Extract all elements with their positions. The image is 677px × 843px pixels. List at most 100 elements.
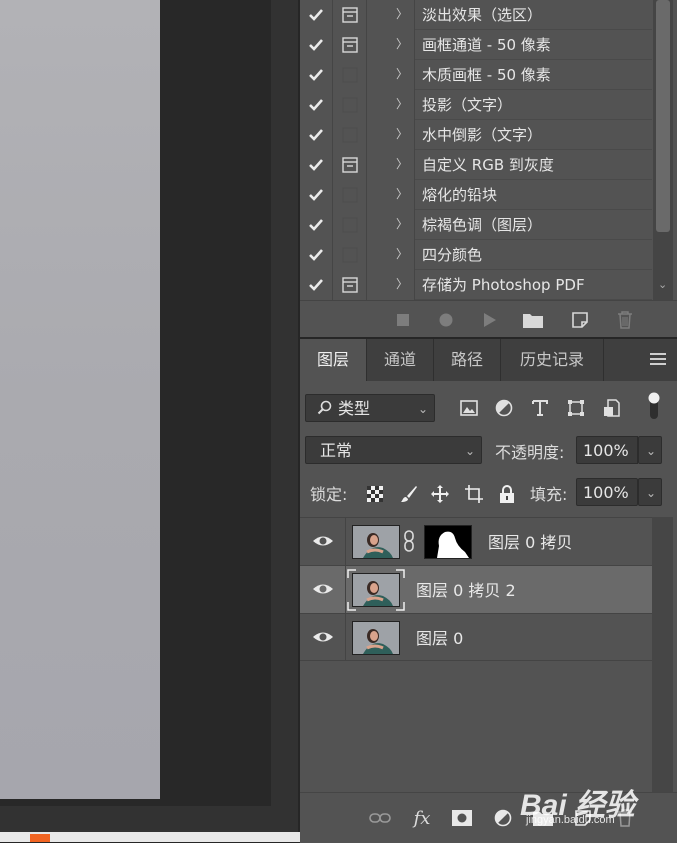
stop-icon[interactable] [393, 310, 413, 330]
link-layers-icon[interactable] [369, 807, 391, 829]
action-row[interactable]: 〉四分颜色 [300, 240, 652, 270]
fill-dropdown[interactable]: ⌄ [638, 478, 662, 506]
blend-mode-select[interactable]: 正常 ⌄ [305, 436, 482, 464]
expand-caret-icon[interactable]: 〉 [396, 150, 408, 179]
dialog-toggle-icon[interactable] [333, 180, 366, 209]
lock-all-icon[interactable] [496, 483, 518, 505]
taskbar-app-icon[interactable] [30, 834, 50, 842]
expand-caret-icon[interactable]: 〉 [396, 120, 408, 149]
layer-row[interactable]: 图层 0 拷贝 [300, 517, 652, 565]
horizontal-scrollbar[interactable] [0, 806, 298, 832]
action-enabled-check-icon[interactable] [300, 180, 332, 209]
mask-link-chain-icon[interactable] [403, 530, 415, 556]
action-enabled-check-icon[interactable] [300, 60, 332, 89]
actions-panel: 〉淡出效果（选区）〉画框通道 - 50 像素〉木质画框 - 50 像素〉投影（文… [300, 0, 677, 337]
dialog-toggle-icon[interactable] [333, 30, 366, 59]
action-name: 存储为 Photoshop PDF [422, 276, 585, 294]
image-filter-icon[interactable] [458, 397, 480, 419]
action-row[interactable]: 〉存储为 Photoshop PDF [300, 270, 652, 300]
adjustment-layer-icon[interactable] [492, 807, 514, 829]
expand-caret-icon[interactable]: 〉 [396, 240, 408, 269]
tab-channels[interactable]: 通道 [367, 339, 433, 381]
action-row[interactable]: 〉自定义 RGB 到灰度 [300, 150, 652, 180]
action-enabled-check-icon[interactable] [300, 210, 332, 239]
opacity-dropdown[interactable]: ⌄ [638, 436, 662, 464]
lock-image-pixels-brush-icon[interactable] [398, 483, 420, 505]
dialog-toggle-icon[interactable] [333, 240, 366, 269]
action-enabled-check-icon[interactable] [300, 90, 332, 119]
visibility-eye-icon[interactable] [312, 531, 334, 551]
expand-caret-icon[interactable]: 〉 [396, 60, 408, 89]
new-action-icon[interactable] [570, 310, 590, 330]
panel-menu-icon[interactable] [650, 352, 666, 366]
shape-filter-icon[interactable] [565, 397, 587, 419]
action-row[interactable]: 〉棕褐色调（图层） [300, 210, 652, 240]
watermark-url: jingyan.baidu.com [526, 814, 615, 826]
layer-name[interactable]: 图层 0 拷贝 [488, 518, 572, 565]
search-icon [317, 396, 333, 424]
dialog-toggle-icon[interactable] [333, 0, 366, 29]
panel-tab-bar: 图层 通道 路径 历史记录 [300, 339, 677, 381]
delete-icon[interactable] [615, 310, 635, 330]
action-row[interactable]: 〉熔化的铅块 [300, 180, 652, 210]
fx-icon[interactable]: fx [411, 807, 433, 829]
tab-paths[interactable]: 路径 [434, 339, 500, 381]
action-row[interactable]: 〉水中倒影（文字） [300, 120, 652, 150]
dialog-toggle-icon[interactable] [333, 90, 366, 119]
dialog-toggle-icon[interactable] [333, 150, 366, 179]
action-name: 四分颜色 [422, 246, 483, 264]
tab-history[interactable]: 历史记录 [501, 339, 603, 381]
visibility-eye-icon[interactable] [312, 627, 334, 647]
action-row[interactable]: 〉投影（文字） [300, 90, 652, 120]
actions-scrollbar-thumb[interactable] [656, 0, 670, 232]
expand-caret-icon[interactable]: 〉 [396, 210, 408, 239]
adjustment-filter-icon[interactable] [493, 397, 515, 419]
action-enabled-check-icon[interactable] [300, 270, 332, 299]
action-name: 自定义 RGB 到灰度 [422, 156, 554, 174]
expand-caret-icon[interactable]: 〉 [396, 90, 408, 119]
expand-caret-icon[interactable]: 〉 [396, 270, 408, 299]
vertical-scrollbar[interactable] [271, 0, 298, 832]
opacity-input[interactable]: 100% [576, 436, 638, 464]
layers-scrollbar[interactable] [652, 517, 673, 792]
document-canvas[interactable] [0, 0, 160, 799]
lock-transparent-pixels-icon[interactable] [364, 483, 386, 505]
new-set-folder-icon[interactable] [522, 310, 544, 330]
lock-position-move-icon[interactable] [429, 483, 451, 505]
action-enabled-check-icon[interactable] [300, 240, 332, 269]
layer-name[interactable]: 图层 0 [416, 614, 463, 661]
scroll-down-icon[interactable]: ⌄ [658, 278, 667, 291]
visibility-eye-icon[interactable] [312, 579, 334, 599]
dialog-toggle-icon[interactable] [333, 210, 366, 239]
lock-artboard-crop-icon[interactable] [463, 483, 485, 505]
add-mask-icon[interactable] [451, 807, 473, 829]
baidu-jingyan-watermark: Bai 经验 jingyan.baidu.com [520, 766, 670, 832]
action-row[interactable]: 〉木质画框 - 50 像素 [300, 60, 652, 90]
expand-caret-icon[interactable]: 〉 [396, 30, 408, 59]
smart-object-filter-icon[interactable] [601, 397, 623, 419]
layer-row[interactable]: 图层 0 [300, 613, 652, 661]
tab-layers[interactable]: 图层 [300, 339, 366, 381]
filter-kind-select[interactable]: 类型 ⌄ [305, 394, 435, 422]
expand-caret-icon[interactable]: 〉 [396, 180, 408, 209]
action-row[interactable]: 〉淡出效果（选区） [300, 0, 652, 30]
filter-kind-label: 类型 [338, 399, 371, 418]
layer-mask-thumbnail[interactable] [424, 525, 472, 559]
action-enabled-check-icon[interactable] [300, 150, 332, 179]
play-icon[interactable] [480, 310, 500, 330]
action-enabled-check-icon[interactable] [300, 30, 332, 59]
fill-input[interactable]: 100% [576, 478, 638, 506]
dialog-toggle-icon[interactable] [333, 60, 366, 89]
action-enabled-check-icon[interactable] [300, 120, 332, 149]
type-filter-icon[interactable] [529, 397, 551, 419]
dialog-toggle-icon[interactable] [333, 270, 366, 299]
filter-toggle-switch[interactable] [647, 391, 661, 421]
record-icon[interactable] [436, 310, 456, 330]
action-name: 熔化的铅块 [422, 186, 498, 204]
layer-row-selected[interactable]: 图层 0 拷贝 2 [300, 565, 652, 613]
action-row[interactable]: 〉画框通道 - 50 像素 [300, 30, 652, 60]
expand-caret-icon[interactable]: 〉 [396, 0, 408, 29]
action-enabled-check-icon[interactable] [300, 0, 332, 29]
layer-name[interactable]: 图层 0 拷贝 2 [416, 566, 516, 613]
dialog-toggle-icon[interactable] [333, 120, 366, 149]
